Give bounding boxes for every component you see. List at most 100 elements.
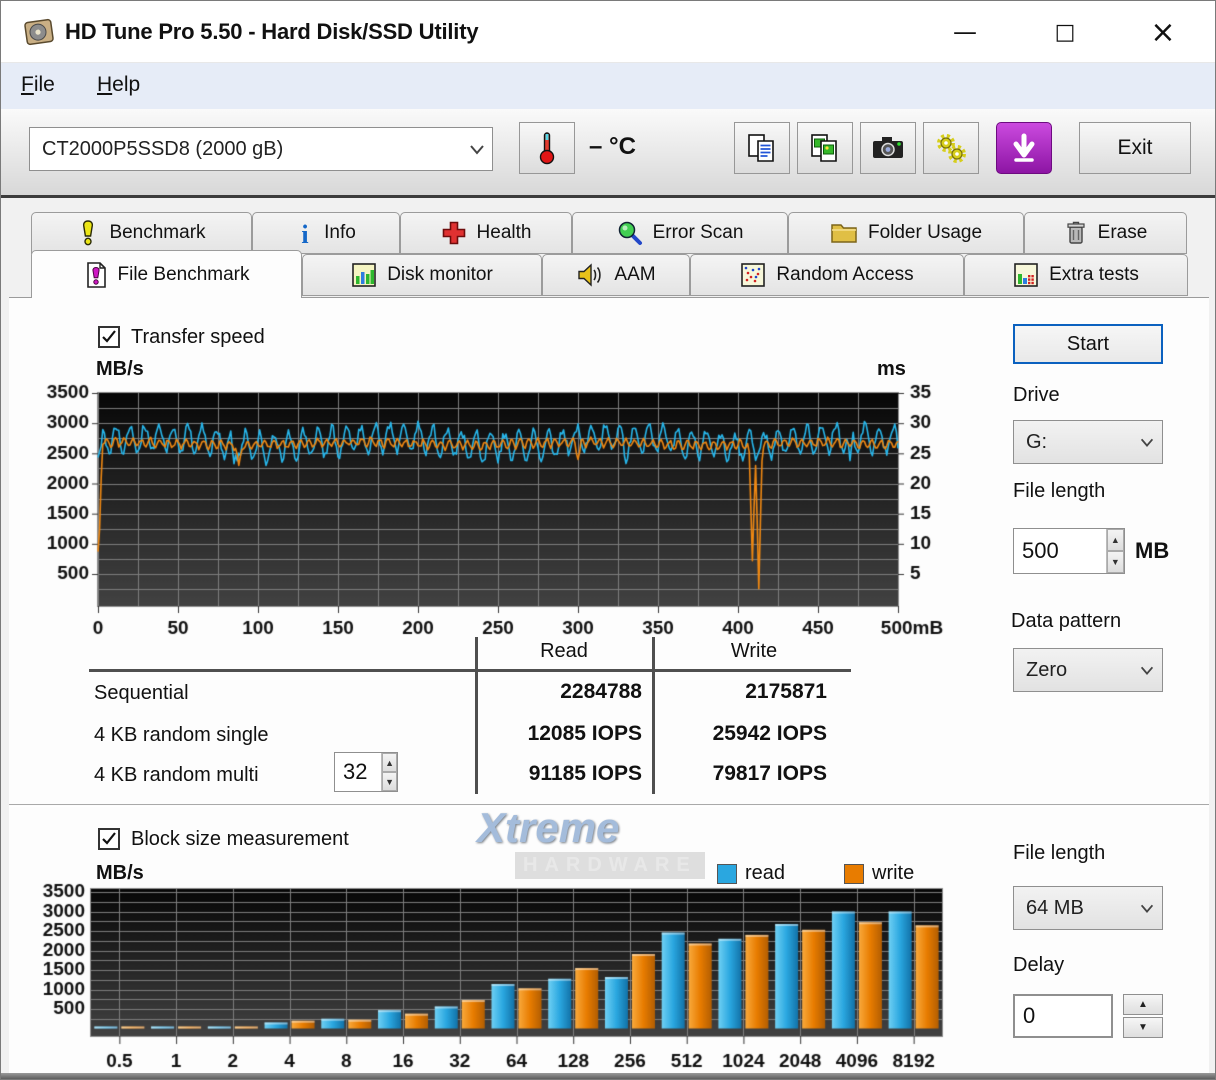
tab-label: File Benchmark <box>117 263 250 285</box>
tab-label: Benchmark <box>109 222 206 243</box>
random-single-write-value: 25942 IOPS <box>712 722 827 745</box>
queue-depth-spinner[interactable]: ▲ ▼ <box>334 752 398 792</box>
window-bottom-edge <box>1 1073 1215 1079</box>
tab-label: Disk monitor <box>387 264 493 285</box>
delay-input[interactable] <box>1015 996 1111 1036</box>
close-button[interactable]: × <box>1137 11 1189 53</box>
tab-disk-monitor[interactable]: Disk monitor <box>302 254 542 296</box>
chevron-down-icon <box>1132 661 1162 679</box>
delay-label: Delay <box>1013 954 1065 976</box>
watermark-line2: HARDWARE <box>515 852 705 879</box>
random-access-icon <box>740 262 766 288</box>
thermometer-icon <box>539 132 555 165</box>
table-header-rule <box>89 669 851 672</box>
delay-field[interactable] <box>1013 994 1113 1038</box>
check-icon <box>102 330 116 343</box>
tab-aam[interactable]: AAM <box>542 254 690 296</box>
spin-up-icon[interactable]: ▲ <box>382 753 397 772</box>
disk-monitor-icon <box>351 262 377 288</box>
svg-text:i: i <box>302 220 309 246</box>
section-divider <box>9 804 1209 807</box>
tab-info[interactable]: i Info <box>252 212 400 254</box>
benchmark-exclamation-icon <box>77 220 99 246</box>
tab-erase[interactable]: Erase <box>1024 212 1187 254</box>
toolbar: CT2000P5SSD8 (2000 gB) – °C Exit <box>1 109 1215 198</box>
save-results-button[interactable] <box>996 122 1052 174</box>
tab-label: Erase <box>1097 222 1148 243</box>
tab-label: Random Access <box>776 264 914 285</box>
data-pattern-dropdown[interactable]: Zero <box>1013 648 1163 692</box>
gears-icon <box>937 134 966 163</box>
transfer-speed-chart <box>31 376 971 638</box>
spin-down-icon[interactable]: ▼ <box>1106 551 1124 573</box>
tab-health[interactable]: Health <box>400 212 572 254</box>
spin-down-icon[interactable]: ▼ <box>382 772 397 791</box>
sequential-read-value: 2284788 <box>560 680 642 703</box>
settings-button[interactable] <box>923 122 979 174</box>
file-length-spinner[interactable]: ▲ ▼ <box>1013 528 1125 574</box>
start-button[interactable]: Start <box>1013 324 1163 364</box>
file-length-input[interactable] <box>1014 529 1106 573</box>
drive-dropdown[interactable]: G: <box>1013 420 1163 464</box>
tab-folder-usage[interactable]: Folder Usage <box>788 212 1024 254</box>
temperature-button[interactable] <box>519 122 575 174</box>
temperature-value: – °C <box>589 133 636 160</box>
exit-button[interactable]: Exit <box>1079 122 1191 174</box>
row-label-random-multi: 4 KB random multi <box>94 764 259 786</box>
menu-bar: File Help <box>1 63 1215 109</box>
erase-trash-icon <box>1064 220 1088 246</box>
row-label-sequential: Sequential <box>94 682 189 704</box>
tab-benchmark[interactable]: Benchmark <box>31 212 252 254</box>
transfer-speed-label: Transfer speed <box>131 326 265 348</box>
file-benchmark-panel: Transfer speed Start MB/s ms Xtreme HARD… <box>9 297 1209 1079</box>
copy-text-icon <box>748 134 774 162</box>
app-disk-icon <box>24 18 54 46</box>
row-label-random-single: 4 KB random single <box>94 724 269 746</box>
block-size-checkbox[interactable] <box>98 828 120 850</box>
tab-label: Folder Usage <box>867 222 983 243</box>
aam-speaker-icon <box>576 262 604 288</box>
file-length-unit: MB <box>1135 538 1170 563</box>
check-icon <box>102 832 116 845</box>
tab-label: Info <box>324 222 356 243</box>
maximize-button[interactable]: □ <box>1039 11 1091 53</box>
file-benchmark-icon <box>84 261 108 289</box>
random-multi-read-value: 91185 IOPS <box>528 762 642 785</box>
download-arrow-icon <box>1013 133 1035 162</box>
random-multi-write-value: 79817 IOPS <box>712 762 827 785</box>
camera-icon <box>873 137 903 158</box>
file-length2-dropdown[interactable]: 64 MB <box>1013 886 1163 930</box>
folder-usage-icon <box>830 221 858 245</box>
screenshot-button[interactable] <box>860 122 916 174</box>
block-size-chart <box>31 876 971 1076</box>
watermark: Xtreme HARDWARE <box>477 804 705 879</box>
copy-text-button[interactable] <box>734 122 790 174</box>
column-header-write: Write <box>730 640 778 662</box>
error-scan-magnifier-icon <box>617 220 643 246</box>
tab-random-access[interactable]: Random Access <box>690 254 964 296</box>
table-divider <box>652 637 655 794</box>
menu-help[interactable]: Help <box>87 63 150 109</box>
file-length2-label: File length <box>1013 842 1106 864</box>
drive-select-value: CT2000P5SSD8 (2000 gB) <box>42 137 284 160</box>
health-cross-icon <box>441 220 467 246</box>
column-header-read: Read <box>540 640 588 662</box>
drive-select-dropdown[interactable]: CT2000P5SSD8 (2000 gB) <box>29 127 493 171</box>
menu-file[interactable]: File <box>11 63 65 109</box>
tab-extra-tests[interactable]: Extra tests <box>964 254 1188 296</box>
copy-image-button[interactable] <box>797 122 853 174</box>
info-icon: i <box>296 220 314 246</box>
queue-depth-input[interactable] <box>335 753 382 791</box>
tab-label: Extra tests <box>1049 264 1139 285</box>
spin-up-icon[interactable]: ▲ <box>1106 529 1124 551</box>
transfer-speed-checkbox[interactable] <box>98 326 120 348</box>
tab-file-benchmark[interactable]: File Benchmark <box>31 250 302 298</box>
delay-up-button[interactable]: ▲ <box>1123 994 1163 1015</box>
minimize-button[interactable]: — <box>939 11 991 53</box>
block-size-label: Block size measurement <box>131 828 349 850</box>
delay-down-button[interactable]: ▼ <box>1123 1017 1163 1038</box>
tab-label: Error Scan <box>652 222 744 243</box>
tab-error-scan[interactable]: Error Scan <box>572 212 788 254</box>
chevron-down-icon <box>462 139 492 159</box>
chevron-down-icon <box>1132 899 1162 917</box>
